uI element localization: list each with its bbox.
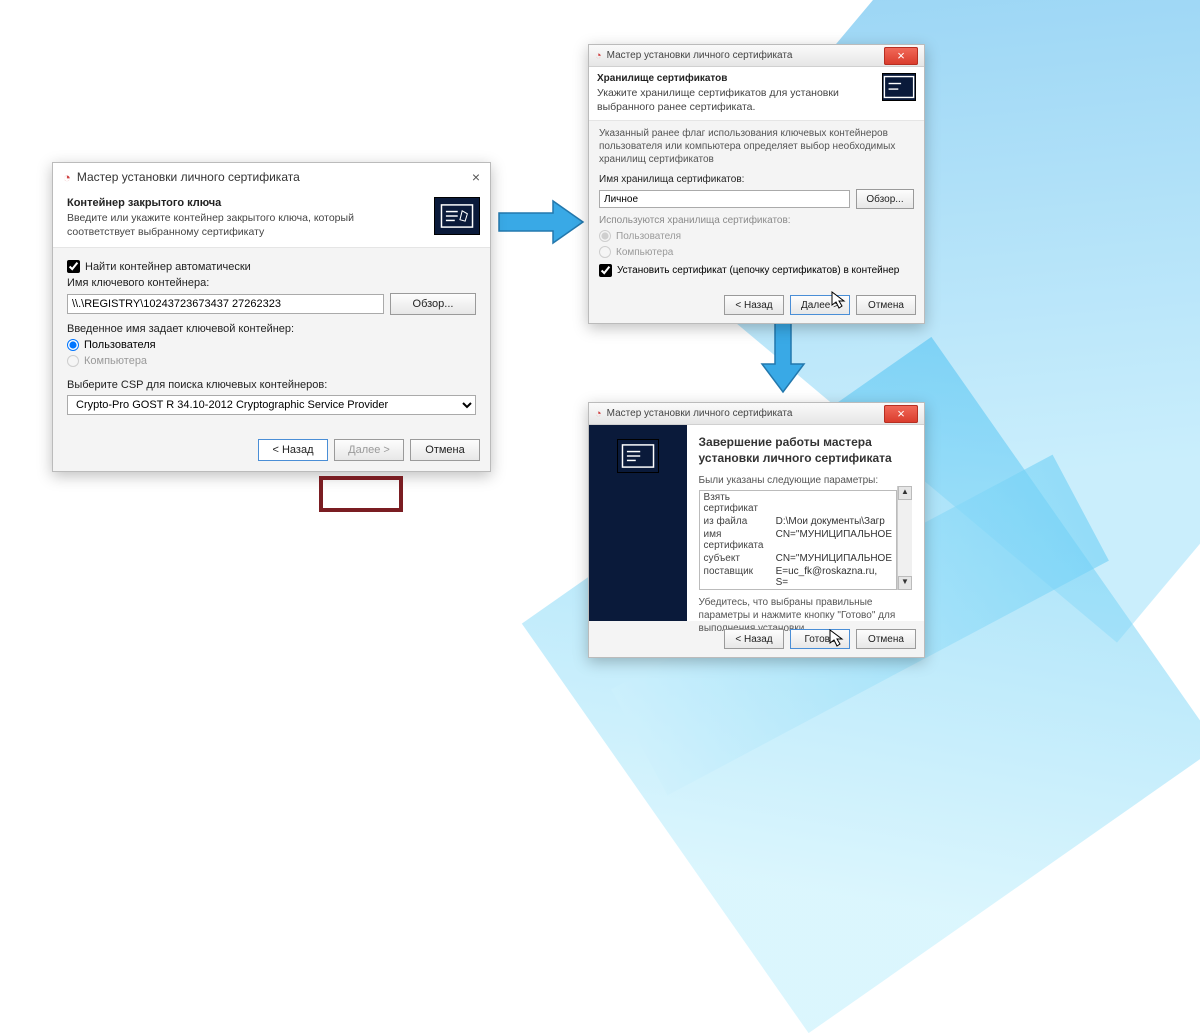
cancel-button[interactable]: Отмена bbox=[856, 295, 916, 315]
table-row: имя сертификатаCN="МУНИЦИПАЛЬНОЕ bbox=[700, 528, 896, 552]
header-subtitle: Укажите хранилище сертификатов для устан… bbox=[597, 87, 872, 114]
mouse-cursor-icon bbox=[829, 629, 845, 649]
dialog-cert-store: ◔ Мастер установки личного сертификата ×… bbox=[588, 44, 925, 324]
back-button[interactable]: < Назад bbox=[258, 439, 328, 461]
certificate-icon bbox=[434, 197, 480, 235]
cancel-button[interactable]: Отмена bbox=[856, 629, 916, 649]
csp-select[interactable]: Crypto-Pro GOST R 34.10-2012 Cryptograph… bbox=[67, 395, 476, 415]
dialog-private-key-container: ◔ Мастер установки личного сертификата ×… bbox=[52, 162, 491, 472]
certificate-icon bbox=[882, 73, 916, 101]
header-subtitle: Введите или укажите контейнер закрытого … bbox=[67, 212, 424, 239]
scroll-down-icon[interactable]: ▼ bbox=[898, 576, 912, 590]
params-label: Были указаны следующие параметры: bbox=[699, 475, 912, 486]
finish-title-1: Завершение работы мастера bbox=[699, 435, 912, 449]
titlebar: ◔ Мастер установки личного сертификата × bbox=[589, 45, 924, 67]
radio-computer: Компьютера bbox=[67, 355, 476, 367]
titlebar: ◔ Мастер установки личного сертификата × bbox=[589, 403, 924, 425]
window-title: Мастер установки личного сертификата bbox=[607, 50, 793, 61]
note-text: Указанный ранее флаг использования ключе… bbox=[599, 127, 914, 166]
radio-user: Пользователя bbox=[599, 230, 914, 242]
install-chain-checkbox[interactable]: Установить сертификат (цепочку сертифика… bbox=[599, 264, 914, 277]
browse-button[interactable]: Обзор... bbox=[856, 189, 914, 209]
radio-computer: Компьютера bbox=[599, 246, 914, 258]
close-icon[interactable]: × bbox=[884, 405, 918, 423]
dialog-finish-wizard: ◔ Мастер установки личного сертификата ×… bbox=[588, 402, 925, 658]
back-button[interactable]: < Назад bbox=[724, 629, 784, 649]
header: Контейнер закрытого ключа Введите или ук… bbox=[53, 189, 490, 248]
container-scope-label: Введенное имя задает ключевой контейнер: bbox=[67, 323, 476, 335]
window-title: Мастер установки личного сертификата bbox=[77, 170, 300, 184]
table-row: поставщикE=uc_fk@roskazna.ru, S= bbox=[700, 565, 896, 589]
app-icon: ◔ bbox=[595, 408, 602, 420]
wizard-side-panel bbox=[589, 425, 687, 621]
close-icon[interactable]: × bbox=[884, 47, 918, 65]
back-button[interactable]: < Назад bbox=[724, 295, 784, 315]
store-name-input[interactable] bbox=[599, 190, 850, 208]
container-name-label: Имя ключевого контейнера: bbox=[67, 277, 476, 289]
cancel-button[interactable]: Отмена bbox=[410, 439, 480, 461]
window-title: Мастер установки личного сертификата bbox=[607, 408, 793, 419]
button-row: < Назад Далее > Отмена bbox=[53, 429, 490, 471]
uses-label: Используются хранилища сертификатов: bbox=[599, 215, 914, 226]
auto-find-label: Найти контейнер автоматически bbox=[85, 261, 251, 273]
radio-computer-label: Компьютера bbox=[84, 355, 147, 367]
store-name-label: Имя хранилища сертификатов: bbox=[599, 174, 914, 185]
auto-find-checkbox[interactable]: Найти контейнер автоматически bbox=[67, 260, 476, 273]
radio-user[interactable]: Пользователя bbox=[67, 339, 476, 351]
app-icon: ◔ bbox=[595, 50, 602, 62]
highlight-next-button bbox=[319, 476, 403, 512]
close-icon[interactable]: × bbox=[472, 169, 480, 185]
mouse-cursor-icon bbox=[831, 291, 847, 311]
radio-computer-label: Компьютера bbox=[616, 247, 673, 258]
table-row: из файлаD:\Мои документы\Загр bbox=[700, 515, 896, 528]
table-row: действителен с4 апреля 2022 г. 14:19:0 bbox=[700, 589, 896, 590]
radio-user-label: Пользователя bbox=[84, 339, 156, 351]
browse-button[interactable]: Обзор... bbox=[390, 293, 476, 315]
parameters-list[interactable]: Взять сертификатиз файлаD:\Мои документы… bbox=[699, 490, 897, 590]
header-title: Контейнер закрытого ключа bbox=[67, 197, 424, 209]
container-name-input[interactable] bbox=[67, 294, 384, 314]
titlebar: ◔ Мастер установки личного сертификата × bbox=[53, 163, 490, 189]
scroll-up-icon[interactable]: ▲ bbox=[898, 486, 912, 500]
table-row: субъектCN="МУНИЦИПАЛЬНОЕ bbox=[700, 552, 896, 565]
app-icon: ◔ bbox=[63, 170, 71, 185]
radio-user-label: Пользователя bbox=[616, 231, 681, 242]
csp-label: Выберите CSP для поиска ключевых контейн… bbox=[67, 379, 476, 391]
next-button[interactable]: Далее > bbox=[334, 439, 404, 461]
table-row: Взять сертификат bbox=[700, 491, 896, 515]
scrollbar[interactable]: ▲ ▼ bbox=[897, 486, 912, 590]
header-title: Хранилище сертификатов bbox=[597, 73, 872, 84]
install-chain-label: Установить сертификат (цепочку сертифика… bbox=[617, 265, 899, 276]
finish-title-2: установки личного сертификата bbox=[699, 451, 912, 465]
